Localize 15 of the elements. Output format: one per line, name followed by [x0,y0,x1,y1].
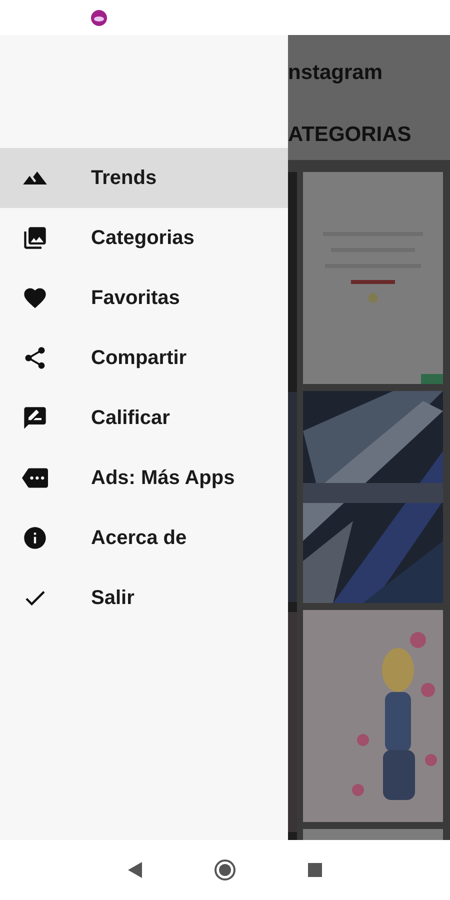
app-title: nstagram [288,60,383,84]
info-icon [22,525,48,551]
back-icon[interactable] [128,862,142,878]
drawer-item[interactable]: Acerca de [0,508,288,568]
review-icon [22,405,48,431]
drawer-item[interactable]: Salir [0,568,288,628]
drawer-item[interactable]: Ads: Más Apps [0,448,288,508]
drawer-item[interactable]: Calificar [0,388,288,448]
drawer-item[interactable]: Compartir [0,328,288,388]
drawer-item[interactable]: Categorias [0,208,288,268]
home-icon[interactable] [214,859,236,881]
drawer-item[interactable]: Favoritas [0,268,288,328]
photo-library-icon [22,225,48,251]
app-notification-icon [91,10,107,26]
drawer-item[interactable]: Trends [0,148,288,208]
